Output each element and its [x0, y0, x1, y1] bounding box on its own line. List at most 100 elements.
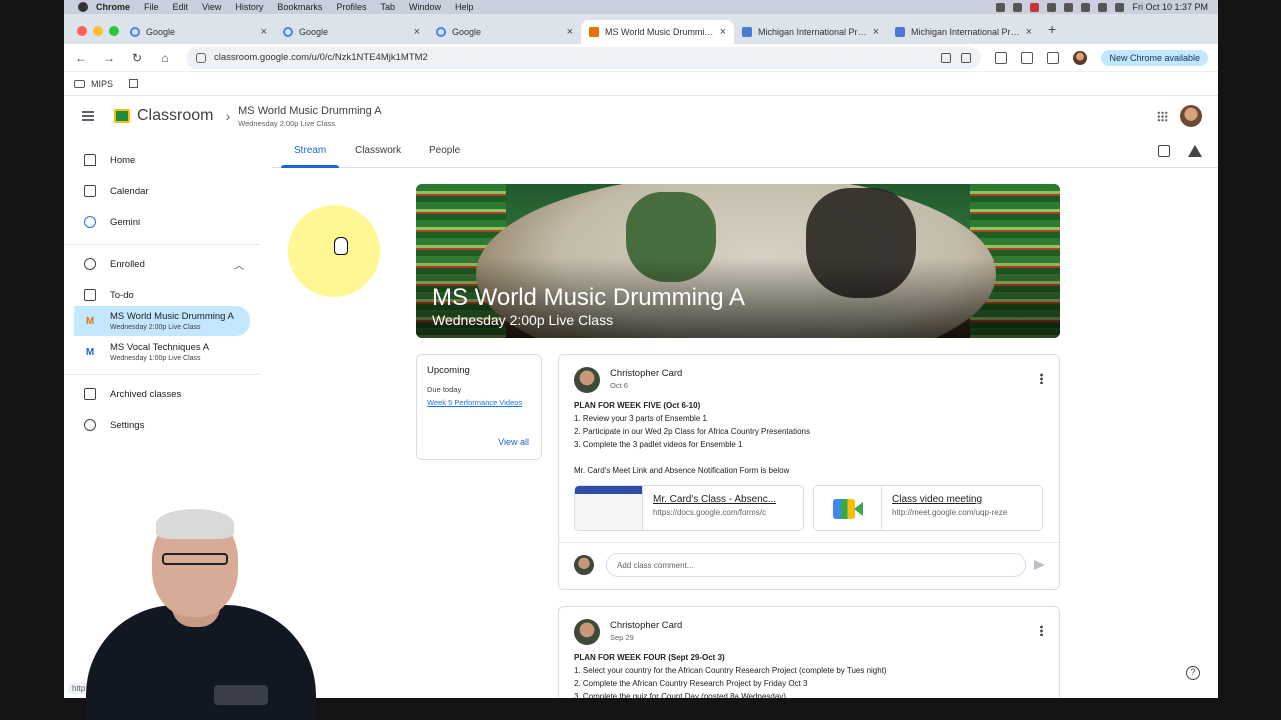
browser-tab[interactable]: Google ×	[428, 20, 581, 44]
close-window-button[interactable]	[77, 26, 87, 36]
menu-window[interactable]: Window	[409, 2, 441, 12]
class-comment-input[interactable]: Add class comment...	[606, 553, 1026, 577]
attachment-title[interactable]: Mr. Card's Class - Absenc...	[653, 494, 776, 505]
back-icon[interactable]: ←	[74, 51, 88, 65]
attachment-url: https://docs.google.com/forms/c	[653, 508, 766, 517]
browser-toolbar: ← → ↻ ⌂ classroom.google.com/u/0/c/Nzk1N…	[64, 44, 1218, 72]
menu-bookmarks[interactable]: Bookmarks	[277, 2, 322, 12]
forward-icon[interactable]: →	[102, 51, 116, 65]
tab-people[interactable]: People	[429, 145, 460, 156]
address-bar[interactable]: classroom.google.com/u/0/c/Nzk1NTE4Mjk1M…	[186, 46, 982, 69]
upcoming-heading: Upcoming	[427, 365, 470, 376]
tab-classwork[interactable]: Classwork	[355, 145, 401, 156]
bookmark-mips[interactable]: MIPS	[91, 79, 113, 89]
browser-tab-active[interactable]: MS World Music Drumming A ×	[581, 20, 734, 44]
profile-avatar[interactable]	[1073, 50, 1088, 65]
sidebar-item-archived[interactable]: Archived classes	[74, 380, 250, 408]
close-tab-icon[interactable]: ×	[567, 26, 573, 38]
sidebar-item-home[interactable]: Home	[74, 146, 250, 174]
account-avatar[interactable]	[1180, 105, 1202, 127]
close-tab-icon[interactable]: ×	[1026, 26, 1032, 38]
tab-strip: Google × Google × Google × MS World Music D…	[64, 14, 1218, 44]
banner-subtitle: Wednesday 2:00p Live Class	[432, 312, 614, 328]
close-tab-icon[interactable]: ×	[261, 26, 267, 38]
sidebar-item-settings[interactable]: Settings	[74, 411, 250, 439]
attachment-title[interactable]: Class video meeting	[892, 494, 1007, 505]
volume-icon[interactable]	[1115, 2, 1125, 12]
search-icon[interactable]	[1098, 2, 1108, 12]
menu-file[interactable]: File	[144, 2, 159, 12]
puzzle-icon[interactable]	[1021, 51, 1034, 64]
reload-icon[interactable]: ↻	[130, 51, 144, 65]
stop-record-icon[interactable]	[1030, 2, 1040, 12]
url-text[interactable]: classroom.google.com/u/0/c/Nzk1NTE4Mjk1M…	[214, 52, 931, 63]
bookmark-star-icon[interactable]	[961, 52, 972, 63]
post-author: Christopher Card	[610, 620, 683, 631]
browser-tab[interactable]: Google ×	[275, 20, 428, 44]
more-options-icon[interactable]	[1040, 373, 1043, 384]
send-icon[interactable]	[1034, 560, 1045, 570]
wifi-icon[interactable]	[1081, 2, 1091, 12]
sidebar-item-enrolled[interactable]: Enrolled ︿	[74, 250, 250, 278]
presenter-webcam	[64, 505, 334, 720]
classroom-logo-icon[interactable]	[114, 109, 130, 123]
browser-tab[interactable]: Google ×	[122, 20, 275, 44]
browser-tab[interactable]: Michigan International Prep S ×	[734, 20, 887, 44]
record-icon[interactable]	[996, 2, 1006, 12]
new-tab-icon[interactable]: +	[1048, 21, 1056, 37]
drive-icon[interactable]	[1188, 145, 1202, 157]
menu-history[interactable]: History	[235, 2, 263, 12]
site-info-icon[interactable]	[196, 52, 206, 63]
gemini-icon	[84, 216, 96, 228]
post-body: PLAN FOR WEEK FOUR (Sept 29-Oct 3) 1. Se…	[574, 651, 887, 698]
camera-icon[interactable]	[1013, 2, 1023, 12]
help-icon[interactable]: ?	[1186, 666, 1200, 680]
class-letter: M	[85, 315, 95, 327]
google-meet-icon	[832, 497, 863, 521]
main-menu-icon[interactable]	[82, 109, 94, 123]
attachment-meet[interactable]: Class video meeting http://meet.google.c…	[813, 485, 1043, 531]
window-controls	[77, 26, 119, 36]
clock-icon[interactable]	[1047, 2, 1057, 12]
upcoming-assignment-link[interactable]: Week 5 Performance Videos	[427, 397, 531, 409]
cast-icon[interactable]	[941, 52, 952, 63]
sidebar-item-calendar[interactable]: Calendar	[74, 177, 250, 205]
more-options-icon[interactable]	[1040, 625, 1043, 636]
breadcrumb-class[interactable]: MS World Music Drumming A Wednesday 2:00…	[238, 105, 381, 128]
extension-icon[interactable]	[995, 51, 1008, 64]
attachment-form[interactable]: Mr. Card's Class - Absenc... https://doc…	[574, 485, 804, 531]
sidebar-item-todo[interactable]: To-do	[74, 281, 250, 309]
chrome-update-button[interactable]: New Chrome available	[1101, 49, 1208, 66]
apps-bookmark-icon[interactable]	[129, 79, 139, 88]
sidebar-class-vocal[interactable]: M MS Vocal Techniques A Wednesday 1:00p L…	[74, 338, 250, 366]
folder-icon	[74, 79, 85, 88]
home-icon	[84, 154, 96, 166]
sidebar-item-gemini[interactable]: Gemini	[74, 208, 250, 236]
home-icon[interactable]: ⌂	[158, 51, 172, 65]
menu-app-name[interactable]: Chrome	[96, 2, 130, 12]
menu-edit[interactable]: Edit	[173, 2, 189, 12]
apple-icon[interactable]	[78, 2, 88, 12]
sidebar-class-drumming[interactable]: M MS World Music Drumming A Wednesday 2:0…	[74, 306, 250, 336]
stream-post: Christopher Card Sep 29 PLAN FOR WEEK FO…	[558, 606, 1060, 698]
close-tab-icon[interactable]: ×	[873, 26, 879, 38]
calendar-icon[interactable]	[1158, 145, 1170, 157]
zoom-window-button[interactable]	[109, 26, 119, 36]
menu-profiles[interactable]: Profiles	[336, 2, 366, 12]
sidebar-divider	[64, 374, 260, 375]
close-tab-icon[interactable]: ×	[720, 26, 726, 38]
chevron-up-icon[interactable]: ︿	[234, 257, 244, 272]
google-apps-icon[interactable]	[1157, 111, 1168, 122]
close-tab-icon[interactable]: ×	[414, 26, 420, 38]
side-panel-icon[interactable]	[1047, 51, 1060, 64]
menu-view[interactable]: View	[202, 2, 221, 12]
battery-icon[interactable]	[1064, 2, 1074, 12]
menu-clock[interactable]: Fri Oct 10 1:37 PM	[1132, 2, 1208, 12]
browser-tab[interactable]: Michigan International Prep S ×	[887, 20, 1040, 44]
tab-stream[interactable]: Stream	[294, 145, 326, 156]
classroom-brand[interactable]: Classroom	[137, 107, 213, 125]
menu-tab[interactable]: Tab	[380, 2, 395, 12]
minimize-window-button[interactable]	[93, 26, 103, 36]
menu-help[interactable]: Help	[455, 2, 474, 12]
view-all-link[interactable]: View all	[498, 437, 529, 447]
